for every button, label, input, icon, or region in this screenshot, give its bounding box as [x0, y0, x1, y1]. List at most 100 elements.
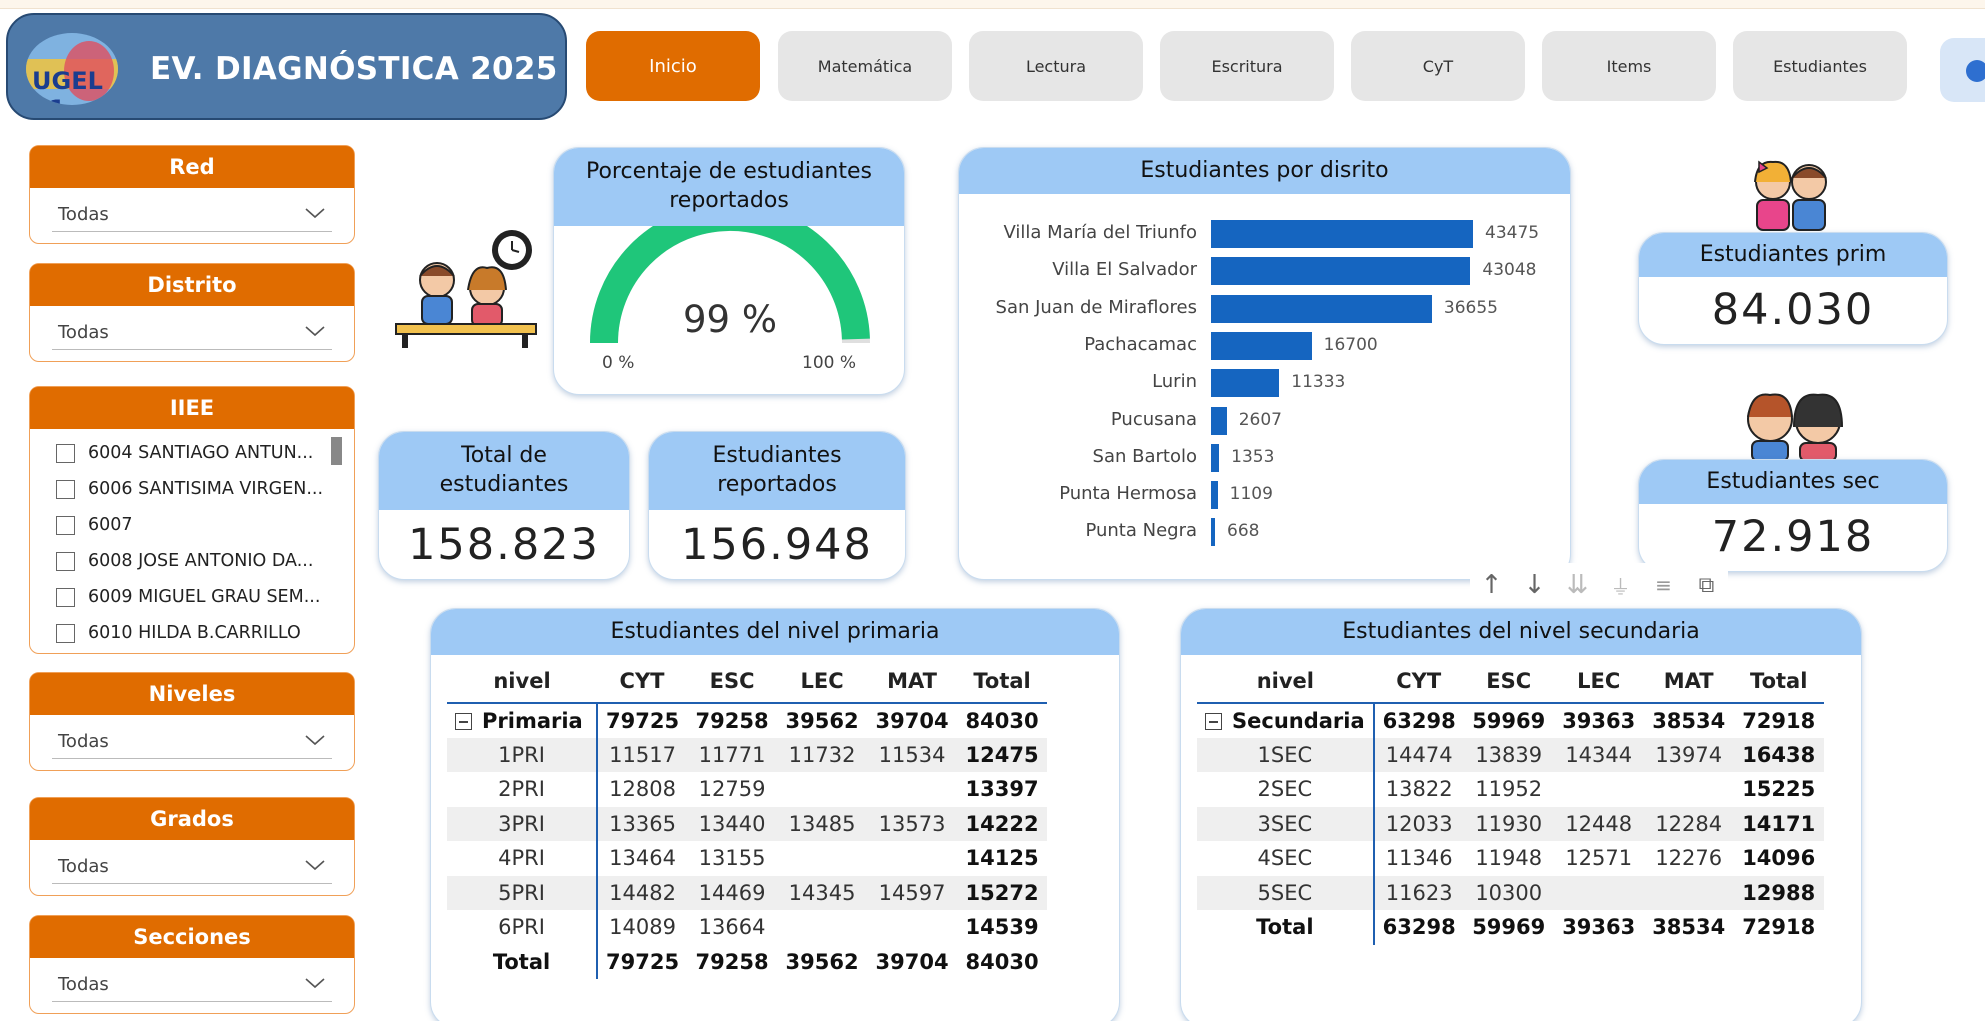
bar[interactable] — [1211, 257, 1471, 286]
arrow-up-icon[interactable]: ↑ — [1470, 570, 1513, 600]
table-cell: 14474 — [1373, 737, 1464, 772]
table-primaria: nivel CYT ESC LEC MAT Total Primaria 79725 79258… — [447, 659, 1048, 979]
column-header[interactable]: CYT — [597, 659, 688, 704]
checkbox[interactable] — [56, 587, 75, 607]
slicer-secciones-value: Todas — [58, 974, 109, 995]
table-cell: 1PRI — [447, 737, 598, 772]
table-cell — [1644, 772, 1734, 807]
slicer-grados-title: Grados — [30, 798, 354, 840]
table-cell: 14089 — [609, 915, 676, 940]
collapse-icon[interactable] — [455, 713, 472, 731]
double-arrow-down-icon[interactable]: ⇊ — [1556, 570, 1599, 600]
column-header[interactable]: Total — [957, 659, 1048, 704]
column-header[interactable]: Total — [1733, 659, 1824, 704]
table-primaria-card: Estudiantes del nivel primaria nivel CYT E… — [430, 608, 1120, 1021]
bar[interactable] — [1211, 443, 1220, 472]
slicer-niveles-dropdown[interactable]: Todas — [52, 725, 332, 759]
table-cell: 13664 — [698, 915, 766, 940]
slicer-red-dropdown[interactable]: Todas — [52, 198, 332, 232]
bar-category-label: San Juan de Miraflores — [995, 296, 1197, 318]
column-header[interactable]: MAT — [1643, 659, 1734, 704]
tab-estudiantes[interactable]: Estudiantes — [1733, 31, 1907, 101]
arrow-down-icon[interactable]: ↓ — [1513, 570, 1556, 600]
overflow-nav-button[interactable] — [1940, 38, 1985, 102]
expand-hierarchy-icon[interactable]: ⏚ — [1599, 571, 1642, 600]
checkbox[interactable] — [56, 551, 75, 571]
iiee-option[interactable]: 6004 SANTIAGO ANTUN... — [56, 435, 344, 471]
table-cell: 3PRI — [447, 806, 598, 841]
iiee-option[interactable]: 6008 JOSE ANTONIO DA... — [56, 543, 344, 579]
column-header[interactable]: MAT — [867, 659, 958, 704]
tab-inicio[interactable]: Inicio — [586, 31, 760, 101]
table-cell: 12988 — [1733, 875, 1824, 910]
checkbox[interactable] — [56, 515, 75, 535]
bar[interactable] — [1211, 406, 1227, 435]
tab-lectura[interactable]: Lectura — [969, 31, 1143, 101]
slicer-distrito: Distrito Todas — [29, 263, 355, 362]
tab-items[interactable]: Items — [1542, 31, 1716, 101]
column-header[interactable]: ESC — [687, 659, 778, 704]
bar-value-label: 43048 — [1482, 260, 1537, 281]
column-header[interactable]: LEC — [777, 659, 868, 704]
slicer-niveles: Niveles Todas — [29, 672, 355, 771]
table-cell: 84030 — [965, 708, 1039, 733]
bar[interactable] — [1211, 518, 1216, 547]
iiee-option[interactable]: 6009 MIGUEL GRAU SEM... — [56, 579, 344, 615]
column-header[interactable]: LEC — [1553, 659, 1644, 704]
group-cell[interactable]: Secundaria — [1197, 703, 1375, 738]
focus-mode-icon[interactable]: ⧉ — [1685, 573, 1728, 598]
tab-matematica[interactable]: Matemática — [778, 31, 952, 101]
slicer-grados-dropdown[interactable]: Todas — [52, 850, 332, 884]
table-row: 6PRI 14089 13664 14539 — [447, 910, 1047, 945]
table-cell: Total — [447, 944, 598, 979]
gauge-card: Porcentaje de estudiantes reportados 99 … — [553, 147, 905, 395]
slicer-secciones-dropdown[interactable]: Todas — [52, 968, 332, 1002]
column-header[interactable]: nivel — [1197, 659, 1374, 704]
group-cell[interactable]: Primaria — [447, 703, 598, 738]
collapse-icon[interactable] — [1205, 713, 1222, 731]
bar[interactable] — [1211, 220, 1473, 248]
table-cell — [1643, 875, 1734, 910]
bar[interactable] — [1211, 294, 1432, 323]
filter-icon[interactable]: ≡ — [1642, 573, 1685, 597]
chevron-down-icon — [305, 735, 325, 746]
table-cell: 79725 — [606, 708, 680, 733]
column-header[interactable]: nivel — [447, 659, 597, 704]
bar-chart: Villa María del Triunfo 43475 Villa El Sal… — [959, 148, 1570, 579]
iiee-option[interactable]: 6007 — [56, 507, 344, 543]
bar[interactable] — [1211, 331, 1312, 360]
bar-category-label: Pucusana — [1110, 408, 1197, 430]
table-cell: 79258 — [695, 949, 769, 974]
iiee-option[interactable]: 6010 HILDA B.CARRILLO — [56, 615, 344, 651]
slicer-secciones-title: Secciones — [30, 916, 354, 958]
table-row: 4PRI 13464 13155 14125 — [447, 841, 1047, 876]
tab-escritura[interactable]: Escritura — [1160, 31, 1334, 101]
tab-cyt[interactable]: CyT — [1351, 31, 1525, 101]
slicer-distrito-dropdown[interactable]: Todas — [52, 316, 332, 350]
iiee-option[interactable]: 6006 SANTISIMA VIRGEN... — [56, 471, 344, 507]
kpi-prim-value: 84.030 — [1711, 285, 1875, 335]
column-header[interactable]: CYT — [1373, 659, 1464, 704]
slicer-red-title: Red — [30, 146, 354, 188]
kpi-total-card: Total de estudiantes 158.823 — [378, 431, 630, 580]
table-secundaria: nivel CYT ESC LEC MAT Total Secundaria 63298 599… — [1197, 659, 1824, 945]
checkbox[interactable] — [56, 479, 75, 499]
column-header[interactable]: ESC — [1463, 659, 1554, 704]
checkbox[interactable] — [56, 443, 75, 463]
table-cell: 13464 — [609, 846, 676, 871]
bar-category-label: Pachacamac — [1084, 333, 1197, 355]
table-cell: 72918 — [1742, 915, 1816, 940]
table-cell: 6PRI — [447, 910, 598, 945]
slicer-grados: Grados Todas — [29, 797, 355, 896]
table-cell: 13974 — [1643, 737, 1734, 772]
bar[interactable] — [1211, 369, 1280, 398]
table-cell: 14597 — [867, 875, 958, 910]
visual-toolbar: ↑ ↓ ⇊ ⏚ ≡ ⧉ — [1470, 563, 1728, 607]
bar[interactable] — [1211, 481, 1218, 510]
table-cell: 84030 — [965, 949, 1039, 974]
table-cell: 3SEC — [1197, 806, 1375, 841]
table-cell: 59969 — [1472, 708, 1546, 733]
checkbox[interactable] — [56, 623, 75, 643]
gauge-min-label: 0 % — [602, 353, 635, 373]
table-cell: 12808 — [609, 777, 676, 802]
